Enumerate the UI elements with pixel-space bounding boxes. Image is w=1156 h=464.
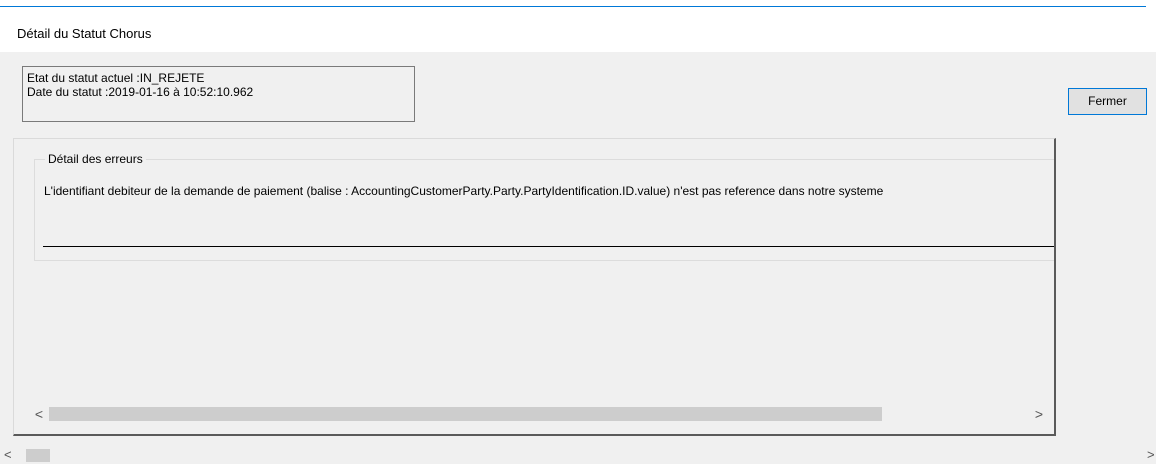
error-group-label: Détail des erreurs	[45, 152, 146, 166]
status-state-text: Etat du statut actuel :IN_REJETE	[27, 71, 205, 85]
window-top-edge	[0, 0, 1156, 12]
error-detail-panel: Détail des erreurs L'identifiant debiteu…	[13, 138, 1056, 436]
status-info-box: Etat du statut actuel :IN_REJETE Date du…	[22, 66, 415, 122]
chevron-left-icon[interactable]: <	[31, 403, 47, 425]
window-title: Détail du Statut Chorus	[17, 26, 152, 41]
chevron-right-icon[interactable]: >	[1147, 446, 1156, 464]
panel-horizontal-scrollbar[interactable]: < >	[31, 403, 1051, 425]
close-button-label: Fermer	[1088, 94, 1127, 108]
chevron-right-icon[interactable]: >	[1031, 403, 1047, 425]
chevron-left-icon[interactable]: <	[4, 446, 18, 464]
error-groupbox: Détail des erreurs L'identifiant debiteu…	[34, 152, 1054, 261]
error-divider	[43, 246, 1054, 247]
status-date-text: Date du statut :2019-01-16 à 10:52:10.96…	[27, 85, 254, 99]
close-button[interactable]: Fermer	[1068, 88, 1147, 115]
accent-line	[0, 6, 1146, 7]
title-bar: Détail du Statut Chorus	[0, 12, 1156, 52]
error-message: L'identifiant debiteur de la demande de …	[44, 184, 884, 198]
window-horizontal-scrollbar[interactable]: < >	[0, 446, 1156, 464]
panel-scroll-thumb[interactable]	[49, 407, 882, 421]
window-scroll-thumb[interactable]	[26, 449, 50, 462]
